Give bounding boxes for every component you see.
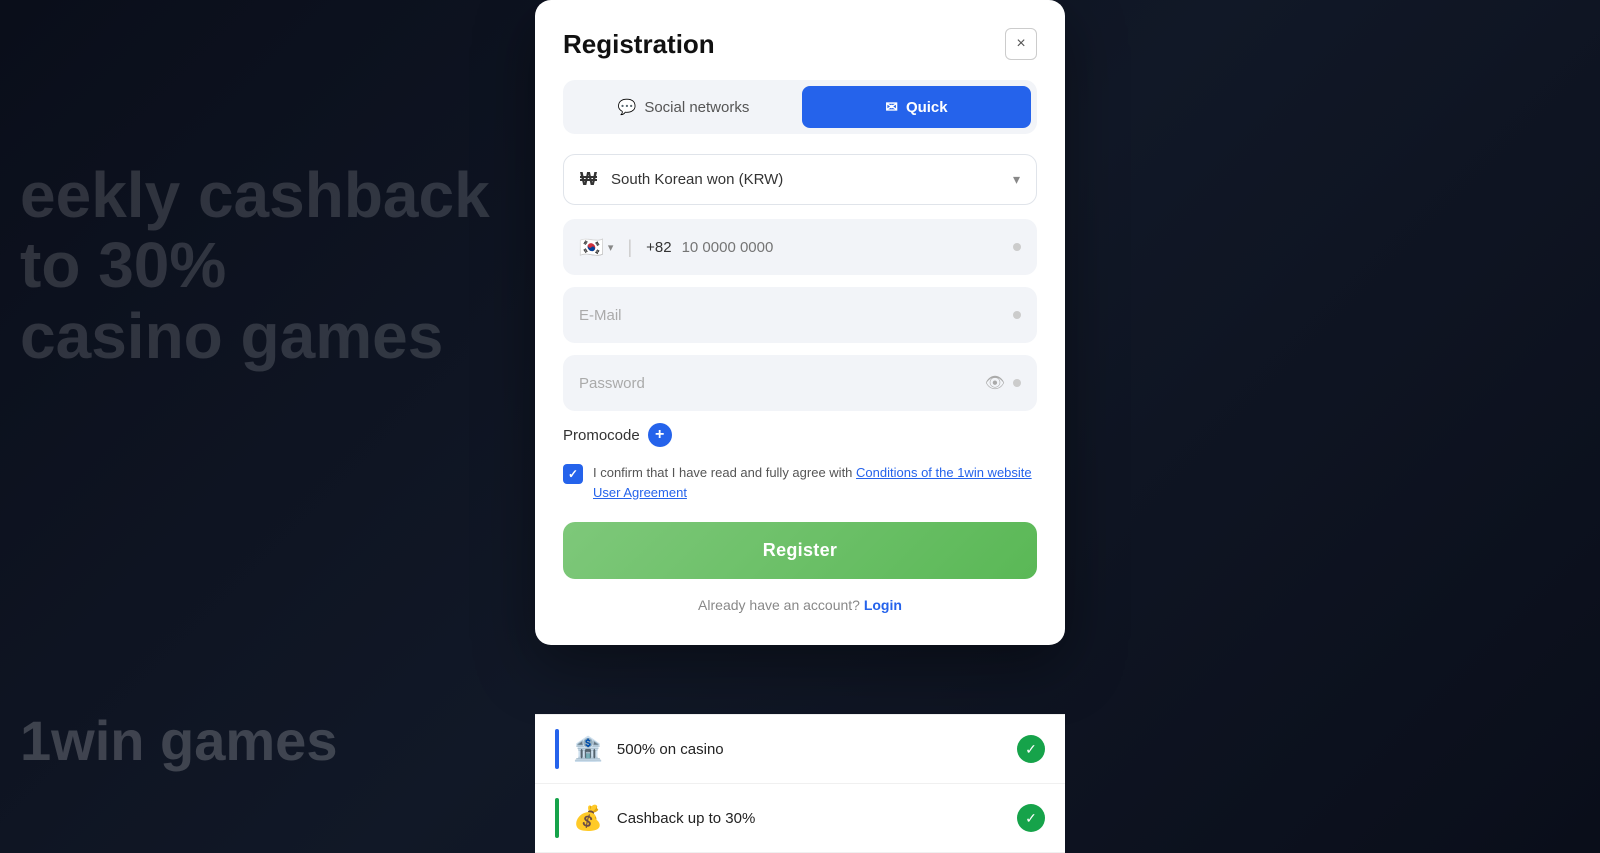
tab-social-networks[interactable]: 💬 Social networks [569, 86, 798, 128]
phone-code: +82 [646, 239, 671, 256]
checkmark-icon: ✓ [568, 467, 578, 481]
casino-icon: 🏦 [573, 735, 603, 764]
password-field-container: 👁 [563, 355, 1037, 411]
promo-check-casino: ✓ [1017, 735, 1045, 763]
modal-title: Registration [563, 29, 715, 60]
tab-quick-label: Quick [906, 99, 948, 116]
password-input[interactable] [579, 375, 977, 392]
country-flag-button[interactable]: 🇰🇷 ▾ [579, 235, 613, 260]
bg-brand-text: 1win games [20, 708, 337, 773]
bg-weekly-text: eekly cashbackto 30%casino games [0, 160, 490, 371]
promo-stripe-green [555, 798, 559, 838]
promocode-row: Promocode + [563, 423, 1037, 447]
agree-text: I confirm that I have read and fully agr… [593, 463, 1037, 502]
promocode-label: Promocode [563, 427, 640, 444]
promo-check-cashback: ✓ [1017, 804, 1045, 832]
currency-label: South Korean won (KRW) [611, 171, 1003, 188]
phone-input[interactable] [682, 239, 1003, 256]
email-required-dot [1013, 311, 1021, 319]
agree-row: ✓ I confirm that I have read and fully a… [563, 463, 1037, 502]
tab-row: 💬 Social networks ✉ Quick [563, 80, 1037, 134]
email-input[interactable] [579, 307, 1005, 324]
register-button[interactable]: Register [563, 522, 1037, 579]
promocode-add-button[interactable]: + [648, 423, 672, 447]
email-field-container [563, 287, 1037, 343]
login-row: Already have an account? Login [563, 597, 1037, 613]
social-icon: 💬 [618, 98, 637, 116]
tab-social-label: Social networks [644, 99, 749, 116]
eye-icon[interactable]: 👁 [985, 373, 1005, 393]
currency-select[interactable]: ₩ South Korean won (KRW) ▾ [563, 154, 1037, 205]
currency-symbol: ₩ [580, 169, 597, 190]
password-required-dot [1013, 379, 1021, 387]
promo-item-cashback: 💰 Cashback up to 30% ✓ [535, 784, 1065, 853]
cashback-icon: 💰 [573, 804, 603, 833]
agree-checkbox[interactable]: ✓ [563, 464, 583, 484]
login-prompt-text: Already have an account? [698, 597, 860, 613]
promo-cashback-text: Cashback up to 30% [617, 810, 1003, 827]
promo-item-casino: 🏦 500% on casino ✓ [535, 715, 1065, 784]
phone-divider: | [627, 237, 632, 258]
promo-bar: 🏦 500% on casino ✓ 💰 Cashback up to 30% … [535, 714, 1065, 853]
modal-header: Registration × [563, 28, 1037, 60]
quick-email-icon: ✉ [885, 98, 898, 116]
registration-modal: Registration × 💬 Social networks ✉ Quick… [535, 0, 1065, 645]
login-link[interactable]: Login [864, 597, 902, 613]
promo-stripe-blue [555, 729, 559, 769]
close-button[interactable]: × [1005, 28, 1037, 60]
promo-casino-text: 500% on casino [617, 741, 1003, 758]
flag-icon: 🇰🇷 [579, 235, 604, 260]
phone-required-dot [1013, 243, 1021, 251]
tab-quick[interactable]: ✉ Quick [802, 86, 1031, 128]
flag-chevron-icon: ▾ [608, 241, 614, 254]
chevron-down-icon: ▾ [1013, 171, 1020, 188]
phone-field: 🇰🇷 ▾ | +82 [563, 219, 1037, 275]
